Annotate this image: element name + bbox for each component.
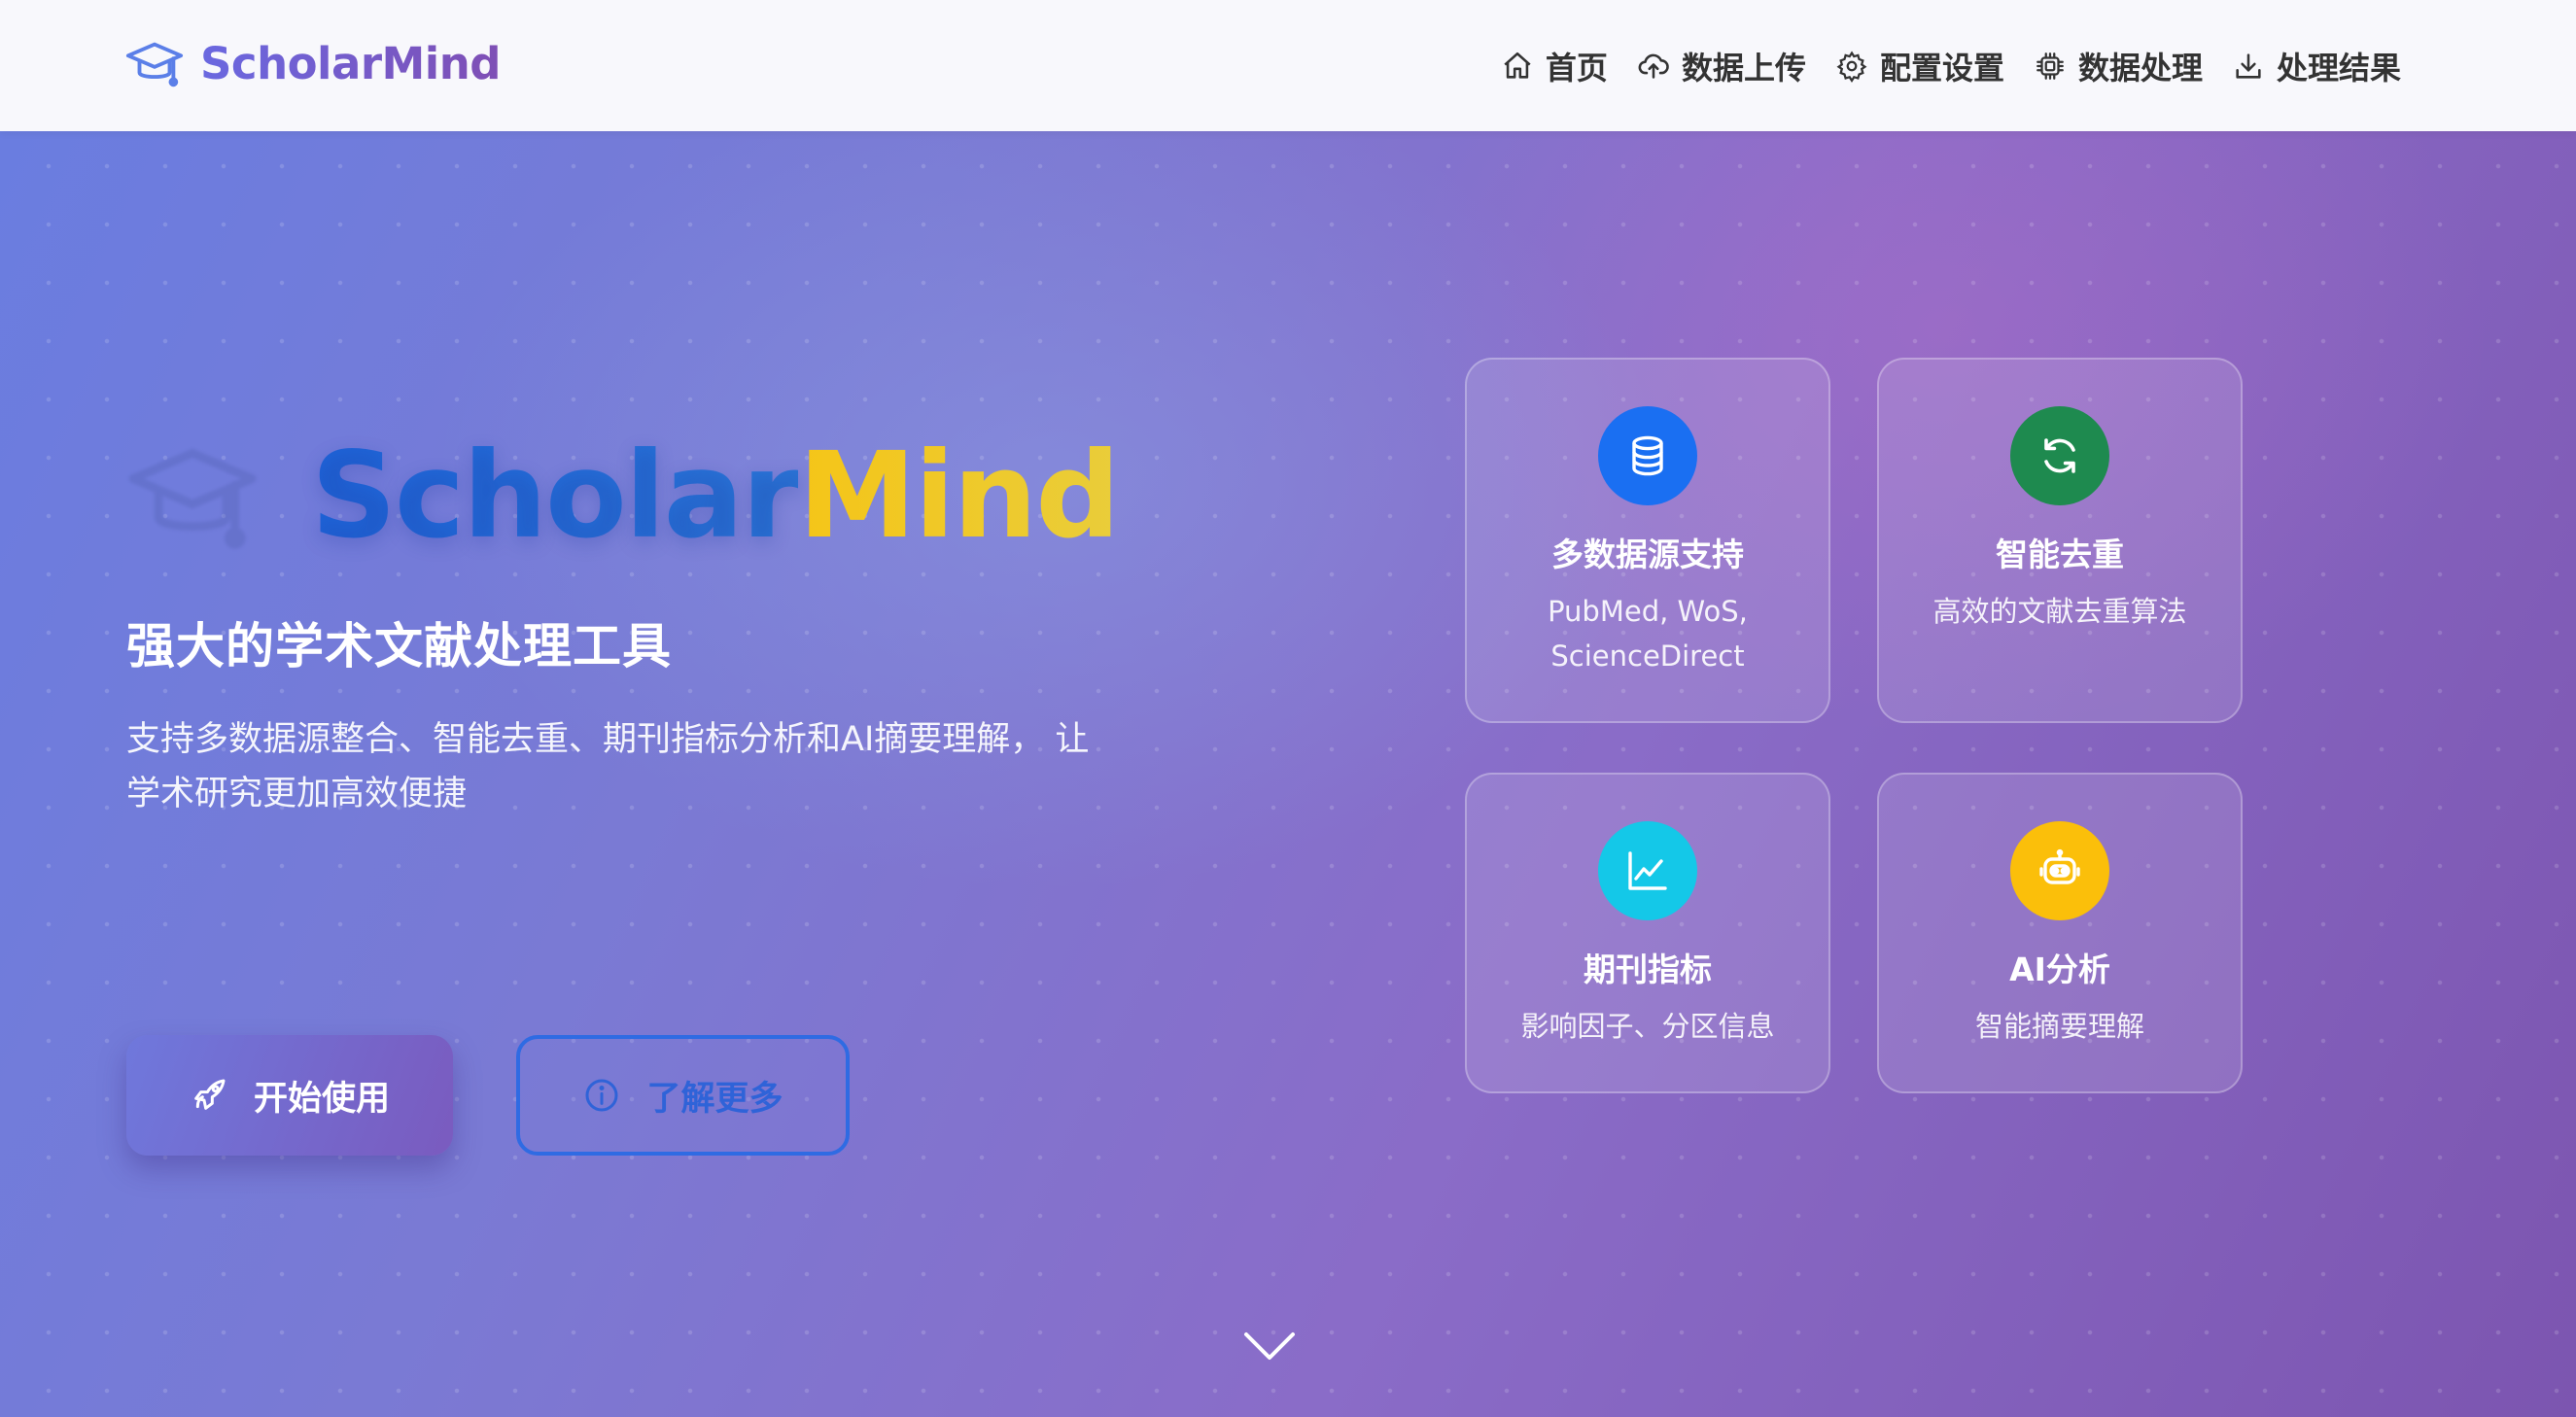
feature-card-journal-metrics: 期刊指标 影响因子、分区信息 <box>1465 773 1830 1093</box>
hero-title: ScholarMind <box>311 423 1121 569</box>
nav-item-processing[interactable]: 数据处理 <box>2034 44 2203 88</box>
feature-card-ai-analysis: AI分析 智能摘要理解 <box>1877 773 2243 1093</box>
database-icon <box>1598 406 1697 505</box>
chart-line-icon <box>1598 821 1697 920</box>
nav-item-label: 处理结果 <box>2276 50 2401 86</box>
hero-title-scholar: Scholar <box>311 427 800 565</box>
brand-name: ScholarMind <box>200 37 501 89</box>
nav-item-label: 配置设置 <box>1879 50 2004 86</box>
feature-description: 高效的文献去重算法 <box>1932 595 2187 628</box>
nav-item-results[interactable]: 处理结果 <box>2232 44 2401 88</box>
nav-item-home[interactable]: 首页 <box>1501 44 1608 88</box>
feature-title: 期刊指标 <box>1584 950 1712 988</box>
hero-logo <box>124 423 261 569</box>
feature-title: 智能去重 <box>1996 536 2124 573</box>
get-started-button[interactable]: 开始使用 <box>126 1035 453 1156</box>
nav-menu: 首页 数据上传 配置设置 数据处理 处理结果 <box>1501 32 2401 100</box>
hero-section: ScholarMind 强大的学术文献处理工具 支持多数据源整合、智能去重、期刊… <box>0 131 2576 1417</box>
refresh-icon <box>2010 406 2109 505</box>
nav-item-upload[interactable]: 数据上传 <box>1637 44 1806 88</box>
feature-description: 智能摘要理解 <box>1974 1010 2144 1043</box>
navbar: ScholarMind 首页 数据上传 配置设置 数据处理 处理结果 <box>0 0 2576 131</box>
brand-logo-link[interactable]: ScholarMind <box>124 29 501 97</box>
graduation-cap-icon <box>124 428 261 564</box>
info-icon <box>582 1076 621 1115</box>
feature-title: AI分析 <box>2009 950 2110 988</box>
feature-card-data-sources: 多数据源支持 PubMed, WoS, ScienceDirect <box>1465 358 1830 723</box>
nav-item-label: 首页 <box>1545 50 1608 86</box>
learn-more-button[interactable]: 了解更多 <box>516 1035 850 1156</box>
download-icon <box>2232 50 2265 83</box>
robot-icon <box>2010 821 2109 920</box>
cpu-icon <box>2034 50 2067 83</box>
hero-description: 支持多数据源整合、智能去重、期刊指标分析和AI摘要理解， 让学术研究更加高效便捷 <box>126 720 1090 813</box>
feature-description: PubMed, WoS, ScienceDirect <box>1548 595 1748 673</box>
get-started-label: 开始使用 <box>253 1079 390 1119</box>
gear-icon <box>1835 50 1868 83</box>
graduation-cap-icon <box>124 33 185 93</box>
rocket-icon <box>190 1076 228 1115</box>
home-icon <box>1501 50 1534 83</box>
nav-item-label: 数据处理 <box>2077 50 2203 86</box>
nav-item-label: 数据上传 <box>1681 50 1806 86</box>
scroll-down-chevron-icon[interactable] <box>1242 1327 1297 1365</box>
hero-title-mind: Mind <box>798 427 1120 565</box>
feature-title: 多数据源支持 <box>1551 536 1744 573</box>
cloud-upload-icon <box>1637 50 1670 83</box>
feature-card-dedup: 智能去重 高效的文献去重算法 <box>1877 358 2243 723</box>
nav-item-settings[interactable]: 配置设置 <box>1835 44 2004 88</box>
hero-subtitle: 强大的学术文献处理工具 <box>126 618 672 674</box>
feature-description: 影响因子、分区信息 <box>1520 1010 1775 1043</box>
learn-more-label: 了解更多 <box>646 1079 783 1119</box>
